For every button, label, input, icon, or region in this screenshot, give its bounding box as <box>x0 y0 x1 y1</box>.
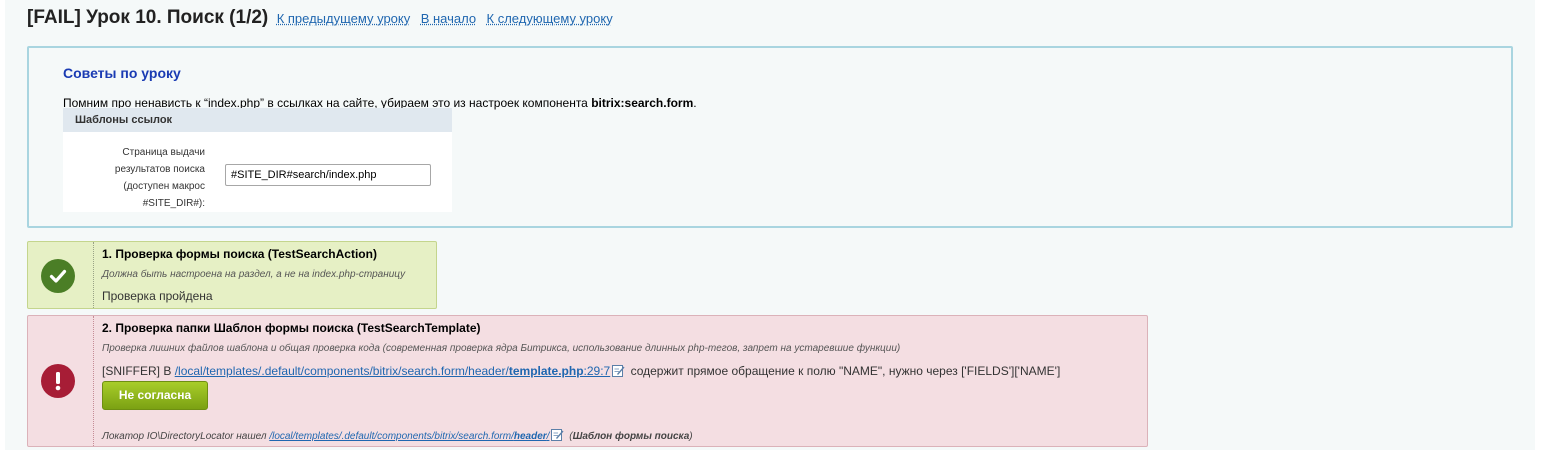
check-result: Проверка пройдена <box>102 289 213 303</box>
sniffer-suffix: содержит прямое обращение к полю "NAME",… <box>627 364 1061 378</box>
search-page-input[interactable] <box>225 164 431 186</box>
page-title: [FAIL] Урок 10. Поиск (1/2) <box>27 7 269 28</box>
panel-heading: Шаблоны ссылок <box>63 108 452 132</box>
start-link[interactable]: В начало <box>421 11 476 26</box>
panel-label-line: результатов поиска <box>114 164 205 175</box>
next-lesson-link[interactable]: К следующему уроку <box>487 11 613 26</box>
lesson-page: [FAIL] Урок 10. Поиск (1/2) К предыдущем… <box>5 0 1535 450</box>
panel-label-line: (доступен макрос <box>123 181 205 192</box>
tips-title: Советы по уроку <box>63 65 181 81</box>
lesson-tips-box: Советы по уроку Помним про ненависть к “… <box>27 46 1513 228</box>
settings-panel-screenshot: Шаблоны ссылок Страница выдачи результат… <box>63 108 452 212</box>
tips-text-suffix: . <box>693 96 697 110</box>
check-body: 1. Проверка формы поиска (TestSearchActi… <box>93 242 436 308</box>
locator-paren-close: ) <box>689 431 693 442</box>
sniffer-message: [SNIFFER] В /local/templates/.default/co… <box>102 364 1060 380</box>
panel-field-label: Страница выдачи результатов поиска (дост… <box>103 144 205 212</box>
check-search-form: 1. Проверка формы поиска (TestSearchActi… <box>27 241 437 309</box>
check-description: Проверка лишних файлов шаблона и общая п… <box>102 343 901 354</box>
tips-component-name: bitrix:search.form <box>591 96 694 110</box>
prev-lesson-link[interactable]: К предыдущему уроку <box>277 11 411 26</box>
edit-icon[interactable] <box>551 428 564 444</box>
path-dir: /local/templates/.default/components/bit… <box>174 364 509 378</box>
check-icon <box>41 259 75 293</box>
path-line: :29:7 <box>583 364 611 378</box>
check-body: 2. Проверка папки Шаблон формы поиска (T… <box>93 316 1147 446</box>
exclamation-icon <box>41 364 75 398</box>
panel-label-line: #SITE_DIR#): <box>142 198 205 209</box>
template-file-link[interactable]: /local/templates/.default/components/bit… <box>175 364 611 378</box>
path-end: / <box>546 431 550 442</box>
check-title: 2. Проверка папки Шаблон формы поиска (T… <box>102 321 481 335</box>
path-last: header <box>513 431 547 442</box>
disagree-button[interactable]: Не согласна <box>102 381 208 410</box>
edit-icon[interactable] <box>612 364 625 380</box>
locator-message: Локатор IO\DirectoryLocator нашел /local… <box>102 428 693 444</box>
template-folder-link[interactable]: /local/templates/.default/components/bit… <box>269 431 549 442</box>
path-dir: /local/templates/.default/components/bit… <box>269 431 514 442</box>
path-file: template.php <box>508 364 584 378</box>
panel-label-line: Страница выдачи <box>122 147 205 158</box>
template-name: Шаблон формы поиска <box>572 431 690 442</box>
check-title: 1. Проверка формы поиска (TestSearchActi… <box>102 247 377 261</box>
locator-prefix: Локатор IO\DirectoryLocator нашел <box>102 431 270 442</box>
lesson-header: [FAIL] Урок 10. Поиск (1/2) К предыдущем… <box>27 7 613 29</box>
check-description: Должна быть настроена на раздел, а не на… <box>102 269 406 280</box>
check-search-template: 2. Проверка папки Шаблон формы поиска (T… <box>27 315 1148 447</box>
sniffer-prefix: [SNIFFER] В <box>102 364 175 378</box>
